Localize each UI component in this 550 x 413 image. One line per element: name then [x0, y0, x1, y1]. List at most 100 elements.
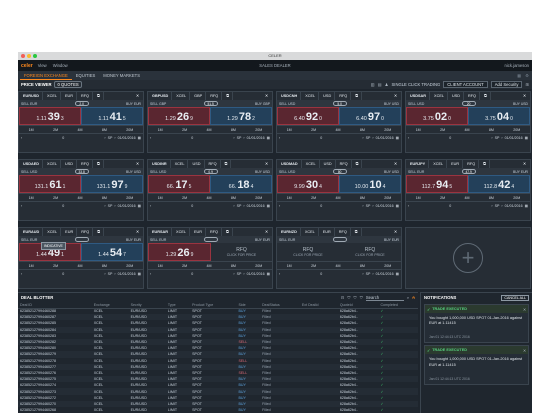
tenor-button[interactable]: 8M	[231, 264, 236, 268]
tab-equities[interactable]: EQUITIES	[72, 71, 100, 80]
dealt-currency[interactable]: USD	[62, 160, 77, 168]
settlement-type[interactable]: SP	[495, 136, 500, 140]
add-icon[interactable]: ⊞	[525, 82, 529, 87]
chevron-left-icon[interactable]: ‹	[279, 272, 280, 276]
chevron-left-icon[interactable]: ‹	[21, 272, 22, 276]
close-icon[interactable]: ✕	[523, 348, 526, 353]
amount-field[interactable]: 0	[191, 136, 193, 140]
tenor-button[interactable]: 2M	[311, 196, 316, 200]
buy-price-button[interactable]: 6.40 97 0	[339, 107, 401, 125]
value-date[interactable]: 01/01/2016	[118, 204, 136, 208]
value-date[interactable]: 01/01/2016	[118, 272, 136, 276]
venue-select[interactable]: XCEL	[302, 228, 319, 236]
amount-field[interactable]: 0	[191, 272, 193, 276]
close-icon[interactable]: ✕	[520, 160, 529, 168]
settlement-type[interactable]: SP	[108, 272, 113, 276]
popout-icon[interactable]: ⧉	[481, 92, 491, 100]
buy-price-button[interactable]: 112.8 42 4	[468, 175, 530, 193]
calendar-icon[interactable]: ▦	[138, 272, 141, 276]
order-type[interactable]: RFQ	[337, 160, 352, 168]
chevron-left-icon[interactable]: ‹	[21, 204, 22, 208]
value-date[interactable]: 01/01/2016	[376, 204, 394, 208]
settlement-type[interactable]: SP	[108, 204, 113, 208]
buy-rfq-button[interactable]: RFQ CLICK FOR PRICE	[339, 243, 401, 261]
tenor-button[interactable]: 1M	[287, 128, 292, 132]
order-type[interactable]: RFQ	[78, 228, 94, 236]
tenor-button[interactable]: 4M	[206, 128, 211, 132]
order-type[interactable]: RFQ	[464, 160, 480, 168]
chevron-right-icon[interactable]: ›	[491, 204, 492, 208]
tenor-button[interactable]: 8M	[360, 196, 365, 200]
spread-toggle[interactable]: 5.0	[332, 101, 347, 106]
amount-field[interactable]: 0	[320, 136, 322, 140]
menu-window[interactable]: Window	[53, 63, 68, 68]
cancel-all-button[interactable]: CANCEL ALL	[501, 294, 529, 301]
spread-toggle[interactable]: 2.0	[74, 101, 89, 106]
buy-price-button[interactable]: 1.11 41 5	[81, 107, 143, 125]
close-icon[interactable]: ✕	[133, 160, 142, 168]
tenor-button[interactable]: 2M	[311, 264, 316, 268]
settlement-type[interactable]: SP	[366, 136, 371, 140]
settlement-type[interactable]: SP	[495, 204, 500, 208]
chevron-right-icon[interactable]: ›	[372, 136, 373, 140]
chevron-left-icon[interactable]: ‹	[150, 272, 151, 276]
chevron-right-icon[interactable]: ›	[104, 136, 105, 140]
buy-price-button[interactable]: 3.75 04 0	[468, 107, 530, 125]
tenor-button[interactable]: 8M	[489, 128, 494, 132]
tenor-button[interactable]: 20M	[513, 196, 520, 200]
amount-field[interactable]: 0	[191, 204, 193, 208]
tenor-button[interactable]: 4M	[464, 196, 469, 200]
close-window-button[interactable]	[21, 54, 25, 58]
tenor-button[interactable]: 2M	[182, 196, 187, 200]
tenor-button[interactable]: 1M	[287, 264, 292, 268]
close-icon[interactable]: ✕	[133, 228, 142, 236]
order-type[interactable]: RFQ	[207, 92, 223, 100]
spread-toggle[interactable]: 20	[461, 101, 476, 106]
tenor-button[interactable]: 20M	[255, 128, 262, 132]
tenor-button[interactable]: 4M	[335, 264, 340, 268]
tenor-button[interactable]: 2M	[182, 128, 187, 132]
chevron-left-icon[interactable]: ‹	[279, 136, 280, 140]
venue-select[interactable]: XCEL	[431, 92, 448, 100]
tenor-button[interactable]: 1M	[416, 196, 421, 200]
chevron-right-icon[interactable]: ›	[243, 204, 244, 208]
settlement-type[interactable]: SP	[237, 136, 242, 140]
chevron-right-icon[interactable]: ›	[501, 204, 502, 208]
sell-price-button[interactable]: 112.7 94 5	[406, 175, 468, 193]
chevron-right-icon[interactable]: ›	[243, 136, 244, 140]
value-date[interactable]: 01/01/2016	[505, 136, 523, 140]
tenor-button[interactable]: 20M	[384, 264, 391, 268]
value-date[interactable]: 01/01/2016	[247, 136, 265, 140]
sell-price-button[interactable]: 131.1 61 1	[19, 175, 81, 193]
add-tile-button[interactable]: +	[405, 227, 531, 289]
buy-price-button[interactable]: 1.44 54 7	[81, 243, 143, 261]
calendar-icon[interactable]: ▦	[138, 204, 141, 208]
spread-toggle[interactable]: 33.8	[74, 169, 89, 174]
sell-rfq-button[interactable]: RFQ CLICK FOR PRICE	[277, 243, 339, 261]
venue-select[interactable]: XCEL	[44, 160, 61, 168]
dealt-currency[interactable]: EUR	[62, 92, 77, 100]
venue-select[interactable]: XCEL	[44, 228, 62, 236]
tenor-button[interactable]: 20M	[384, 196, 391, 200]
tenor-button[interactable]: 20M	[255, 264, 262, 268]
order-type[interactable]: RFQ	[465, 92, 481, 100]
bell-icon[interactable]: ⍾	[412, 295, 415, 300]
chevron-left-icon[interactable]: ‹	[150, 136, 151, 140]
filter-clear-icon[interactable]: ⛉	[354, 295, 357, 300]
dealt-currency[interactable]: USD	[321, 160, 336, 168]
amount-field[interactable]: 0	[449, 204, 451, 208]
sell-price-button[interactable]: 1.29 26 9	[148, 107, 210, 125]
chevron-left-icon[interactable]: ‹	[150, 204, 151, 208]
close-icon[interactable]: ✕	[391, 160, 400, 168]
chevron-right-icon[interactable]: ›	[233, 136, 234, 140]
tenor-button[interactable]: 20M	[126, 128, 133, 132]
order-type[interactable]: RFQ	[336, 92, 352, 100]
buy-rfq-button[interactable]: RFQ CLICK FOR PRICE	[211, 243, 272, 261]
tenor-button[interactable]: 2M	[53, 264, 58, 268]
amount-field[interactable]: 0	[62, 136, 64, 140]
calendar-icon[interactable]: ▦	[525, 136, 528, 140]
dealt-currency[interactable]: EUR	[62, 228, 78, 236]
dealt-currency[interactable]: EUR	[448, 160, 464, 168]
value-date[interactable]: 01/01/2016	[376, 272, 394, 276]
single-click-trading-toggle[interactable]: SINGLE CLICK TRADING	[391, 82, 440, 87]
